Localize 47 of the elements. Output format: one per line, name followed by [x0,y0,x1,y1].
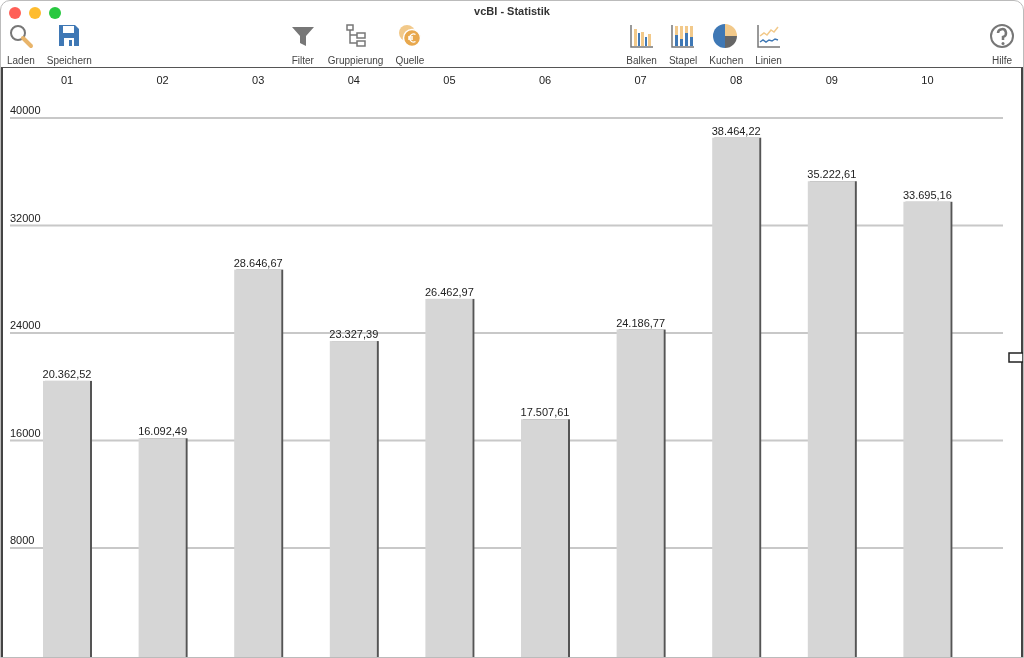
resize-handle[interactable] [1008,352,1023,363]
value-label: 35.222,61 [807,168,857,181]
toolbar-button[interactable]: Speichern [46,23,92,66]
value-label: 20.362,52 [42,367,92,380]
zoom-button[interactable] [49,7,61,19]
toolbar-button[interactable]: Laden [7,23,35,66]
category-label: 01 [60,74,74,86]
axis-tick-label: 8000 [10,534,35,546]
pie-chart-icon [713,23,740,49]
axis-tick-label: 40000 [10,104,41,117]
value-label: 24.186,77 [616,316,666,329]
window-title: vcBI - Statistik [474,5,550,17]
bar-chart-icon [628,23,655,49]
toolbar-button[interactable]: Hilfe [989,23,1015,66]
value-label: 26.462,97 [424,285,474,298]
toolbar-button[interactable]: Balken [626,23,657,66]
stacked-bar-chart-icon [670,23,697,49]
coins-icon [396,23,423,49]
value-label: 28.646,67 [233,256,283,269]
value-label: 33.695,16 [902,188,952,201]
help-icon [989,23,1015,49]
value-label: 38.464,22 [711,124,761,137]
toolbar-button[interactable]: Stapel [668,23,698,66]
toolbar-button[interactable]: Filter [289,23,316,66]
toolbar-button[interactable]: Quelle [395,23,425,66]
category-label: 04 [347,74,360,86]
toolbar-button[interactable]: Kuchen [709,23,744,66]
category-label: 08 [730,74,743,86]
value-label: 16.092,49 [138,425,188,438]
toolbar-button[interactable]: Linien [755,23,782,66]
toolbar-button[interactable]: Gruppierung [327,23,384,66]
value-label: 23.327,39 [329,328,379,341]
category-label: 10 [921,74,934,86]
category-label: 02 [156,74,169,86]
axis-tick-label: 32000 [10,211,41,224]
search-icon [7,23,34,49]
axis-tick-label: 24000 [10,319,41,332]
close-button[interactable] [9,7,21,19]
minimize-button[interactable] [29,7,41,19]
category-label: 09 [825,74,838,86]
value-label: 17.507,61 [520,406,570,419]
axis-tick-label: 16000 [10,426,41,439]
category-label: 03 [252,74,265,86]
category-label: 07 [634,74,647,86]
line-chart-icon [755,23,782,49]
category-label: 05 [443,74,456,86]
category-label: 06 [538,74,552,86]
